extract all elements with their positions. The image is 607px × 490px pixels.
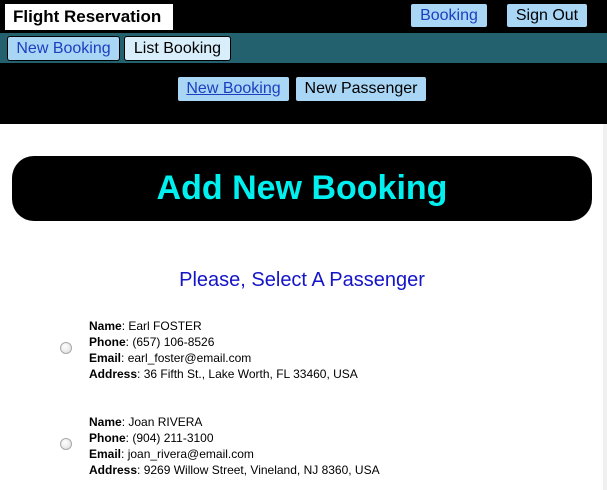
brand-title: Flight Reservation (5, 4, 173, 30)
page-scrollbar[interactable] (603, 124, 607, 490)
passenger-radio[interactable] (60, 342, 72, 354)
passenger-phone-row: Phone: (904) 211-3100 (89, 431, 214, 445)
passenger-address: 9269 Willow Street, Vineland, NJ 8360, U… (143, 463, 380, 477)
tab-new-passenger[interactable]: New Passenger (295, 76, 427, 102)
passenger-phone-row: Phone: (657) 106-8526 (89, 335, 215, 349)
passenger-item[interactable]: Name: Earl FOSTER Phone: (657) 106-8526 … (0, 318, 600, 384)
passenger-address-row: Address: 36 Fifth St., Lake Worth, FL 33… (89, 367, 358, 381)
sign-out-button[interactable]: Sign Out (506, 3, 588, 28)
passenger-details: Name: Earl FOSTER Phone: (657) 106-8526 … (89, 318, 358, 382)
passenger-item[interactable]: Name: Joan RIVERA Phone: (904) 211-3100 … (0, 414, 600, 480)
passenger-email-row: Email: earl_foster@email.com (89, 351, 252, 365)
passenger-address-row: Address: 9269 Willow Street, Vineland, N… (89, 463, 380, 477)
passenger-address: 36 Fifth St., Lake Worth, FL 33460, USA (143, 367, 358, 381)
passenger-phone: (904) 211-3100 (132, 431, 214, 445)
tab-new-booking[interactable]: New Booking (177, 76, 290, 102)
passenger-name: Joan RIVERA (128, 415, 203, 429)
passenger-email: earl_foster@email.com (127, 351, 252, 365)
passenger-radio[interactable] (60, 438, 72, 450)
passenger-email-row: Email: joan_rivera@email.com (89, 447, 254, 461)
passenger-phone: (657) 106-8526 (132, 335, 215, 349)
nav-list-booking-button[interactable]: List Booking (124, 36, 231, 61)
passenger-name: Earl FOSTER (128, 319, 202, 333)
select-passenger-heading: Please, Select A Passenger (179, 269, 425, 291)
passenger-name-row: Name: Joan RIVERA (89, 415, 203, 429)
page-title-banner: Add New Booking (12, 156, 592, 221)
passenger-details: Name: Joan RIVERA Phone: (904) 211-3100 … (89, 414, 380, 478)
nav-new-booking-button[interactable]: New Booking (7, 36, 120, 61)
passenger-email: joan_rivera@email.com (127, 447, 254, 461)
passenger-name-row: Name: Earl FOSTER (89, 319, 202, 333)
booking-button[interactable]: Booking (410, 3, 488, 28)
